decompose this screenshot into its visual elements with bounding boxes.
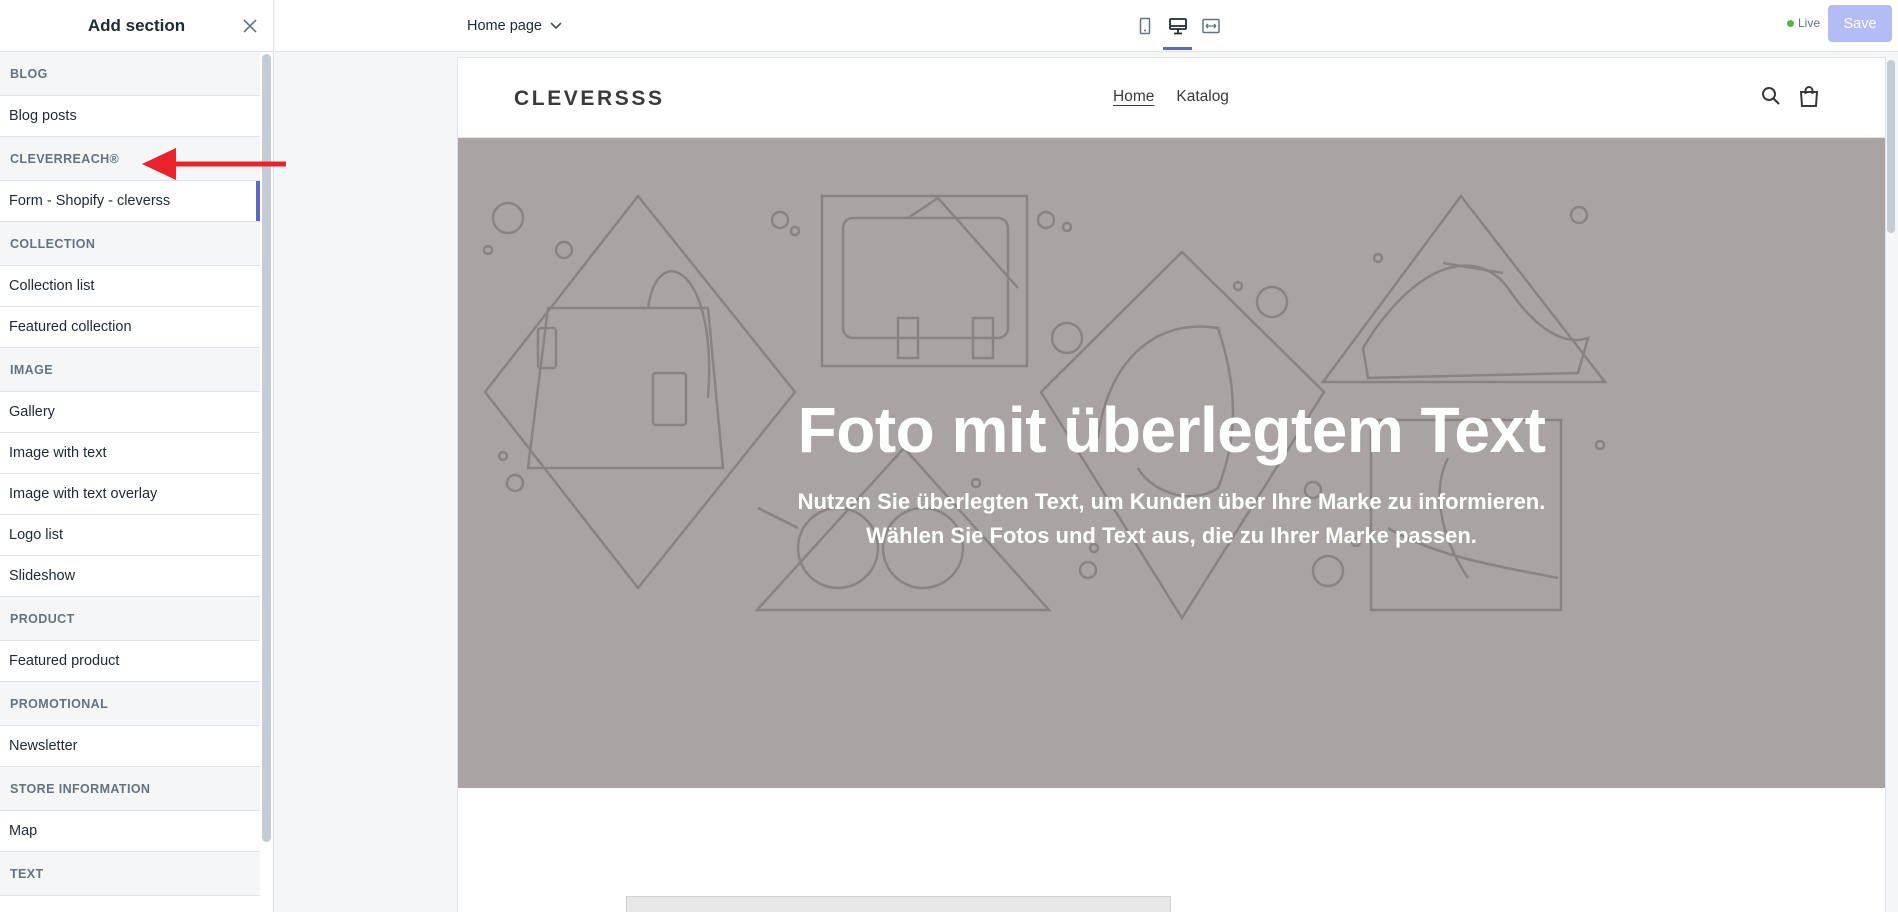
section-item[interactable]: Gallery bbox=[0, 392, 260, 433]
sidebar-title: Add section bbox=[87, 15, 186, 35]
store-nav: Home Katalog bbox=[1113, 88, 1229, 106]
fullscreen-icon bbox=[1201, 18, 1220, 34]
section-item[interactable]: Blog posts bbox=[0, 96, 260, 137]
desktop-icon bbox=[1168, 17, 1187, 34]
hero-subheading-line-2: Wählen Sie Fotos und Text aus, die zu Ih… bbox=[866, 523, 1477, 548]
viewport-switcher bbox=[1128, 0, 1227, 52]
hero-image-with-text-overlay[interactable]: Foto mit überlegtem Text Nutzen Sie über… bbox=[458, 138, 1885, 788]
section-group-header: COLLECTION bbox=[0, 222, 260, 266]
store-preview: CLEVERSSS Home Katalog Foto mit überlegt… bbox=[458, 58, 1885, 912]
section-item[interactable]: Logo list bbox=[0, 515, 260, 556]
hero-heading: Foto mit überlegtem Text bbox=[797, 394, 1546, 466]
store-header-icons bbox=[1761, 86, 1819, 112]
desktop-view-button[interactable] bbox=[1161, 0, 1194, 52]
mobile-icon bbox=[1139, 17, 1150, 35]
section-item[interactable]: Image with text bbox=[0, 433, 260, 474]
section-group-header: STORE INFORMATION bbox=[0, 767, 260, 811]
page-select-label: Home page bbox=[467, 18, 542, 34]
hero-text-overlay: Foto mit überlegtem Text Nutzen Sie über… bbox=[458, 393, 1885, 553]
sidebar-header: Add section bbox=[0, 0, 273, 52]
fullscreen-view-button[interactable] bbox=[1194, 0, 1227, 52]
section-group-header: TEXT bbox=[0, 852, 260, 896]
chevron-down-icon bbox=[550, 18, 562, 34]
nav-katalog-link[interactable]: Katalog bbox=[1176, 88, 1229, 106]
editor-topbar: Home page Live Save bbox=[275, 0, 1898, 52]
mobile-view-button[interactable] bbox=[1128, 0, 1161, 52]
section-item[interactable]: Featured product bbox=[0, 641, 260, 682]
live-status: Live bbox=[1786, 16, 1820, 30]
section-item[interactable]: Form - Shopify - cleverss bbox=[0, 181, 260, 222]
live-label: Live bbox=[1797, 16, 1820, 30]
preview-scrollbar[interactable] bbox=[1887, 60, 1895, 233]
section-group-header: IMAGE bbox=[0, 348, 260, 392]
cart-bag-icon[interactable] bbox=[1799, 86, 1819, 112]
section-item[interactable]: Slideshow bbox=[0, 556, 260, 597]
section-item[interactable]: Image with text overlay bbox=[0, 474, 260, 515]
section-item[interactable]: Map bbox=[0, 811, 260, 852]
close-icon[interactable] bbox=[237, 13, 263, 39]
section-item[interactable]: Collection list bbox=[0, 266, 260, 307]
add-section-sidebar: Add section BLOG Blog posts CLEVERREACH® Fo… bbox=[0, 0, 274, 912]
save-button[interactable]: Save bbox=[1828, 5, 1892, 42]
search-icon[interactable] bbox=[1761, 86, 1781, 112]
section-group-header: PRODUCT bbox=[0, 597, 260, 641]
section-group-header: PROMOTIONAL bbox=[0, 682, 260, 726]
hero-subheading-line-1: Nutzen Sie überlegten Text, um Kunden üb… bbox=[797, 489, 1546, 514]
annotation-arrow-icon bbox=[142, 148, 286, 180]
nav-home-link[interactable]: Home bbox=[1113, 88, 1154, 106]
section-item[interactable]: Featured collection bbox=[0, 307, 260, 348]
page-select-dropdown[interactable]: Home page bbox=[467, 12, 562, 40]
section-item[interactable]: Newsletter bbox=[0, 726, 260, 767]
store-logo[interactable]: CLEVERSSS bbox=[514, 87, 665, 111]
hero-subheading: Nutzen Sie überlegten Text, um Kunden üb… bbox=[458, 485, 1885, 553]
section-group-header: BLOG bbox=[0, 52, 260, 96]
store-header: CLEVERSSS Home Katalog bbox=[458, 58, 1885, 138]
next-section-placeholder bbox=[626, 896, 1171, 912]
live-dot-icon bbox=[1786, 19, 1794, 27]
